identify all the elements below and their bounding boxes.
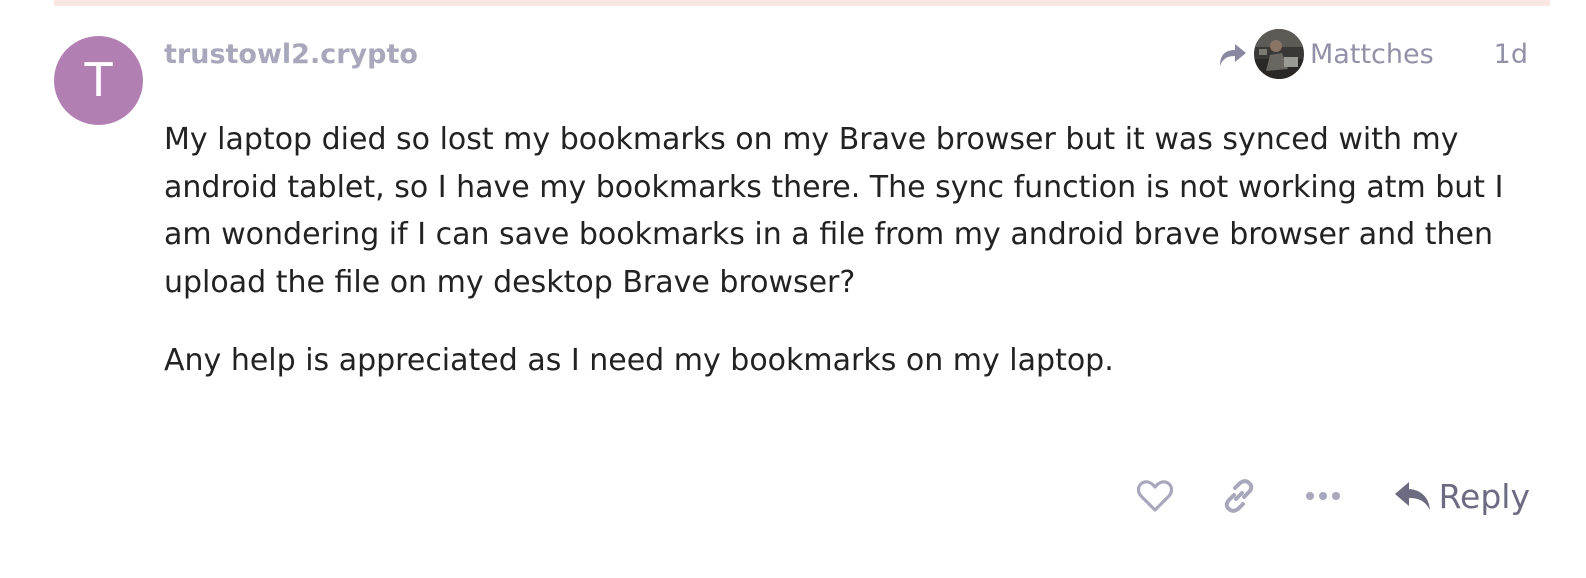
reply-button-label: Reply	[1438, 476, 1530, 516]
post-actions: Reply	[1135, 468, 1530, 524]
forum-post: T trustowl2.crypto Mattches 1d My laptop…	[0, 0, 1586, 578]
post-meta: Mattches 1d	[1216, 28, 1528, 80]
more-actions-button[interactable]	[1303, 476, 1343, 516]
like-button[interactable]	[1135, 476, 1175, 516]
reply-to-username: Mattches	[1310, 38, 1434, 70]
reply-arrow-icon	[1394, 482, 1430, 510]
author-username[interactable]: trustowl2.crypto	[164, 36, 418, 74]
link-icon	[1224, 479, 1253, 513]
copy-link-button[interactable]	[1219, 476, 1259, 516]
reply-button[interactable]: Reply	[1393, 476, 1530, 516]
reply-to-avatar	[1254, 29, 1305, 79]
post-date[interactable]: 1d	[1494, 39, 1528, 70]
ellipsis-icon	[1305, 492, 1340, 500]
reply-to-avatar-image	[1254, 29, 1305, 79]
post-paragraph: My laptop died so lost my bookmarks on m…	[164, 122, 1504, 300]
share-arrow-icon	[1220, 44, 1247, 66]
post-paragraph: Any help is appreciated as I need my boo…	[164, 343, 1114, 378]
heart-icon	[1136, 480, 1173, 512]
reply-to-link[interactable]: Mattches	[1216, 29, 1434, 79]
post-body: My laptop died so lost my bookmarks on m…	[164, 116, 1544, 416]
author-avatar[interactable]: T	[54, 36, 143, 125]
